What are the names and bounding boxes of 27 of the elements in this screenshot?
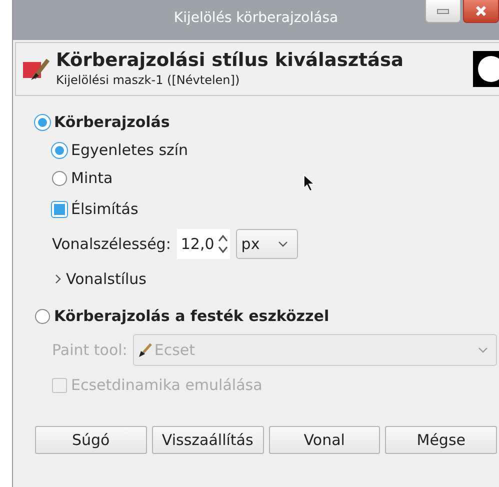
unit-dropdown[interactable]: px — [236, 229, 298, 259]
dialog-button[interactable]: Visszaállítás — [152, 426, 264, 454]
selection-preview-icon — [473, 51, 499, 87]
minimize-button[interactable] — [425, 0, 461, 23]
window-title: Kijelölés körberajzolása — [174, 9, 338, 28]
chevron-down-icon — [278, 241, 288, 247]
paint-tool-label: Paint tool: — [52, 341, 128, 359]
checkbox-option[interactable]: Élsimítás — [52, 192, 499, 226]
radio-option[interactable]: Egyenletes szín — [52, 136, 499, 164]
radio-option[interactable]: Minta — [52, 164, 499, 192]
brush-icon — [22, 56, 52, 82]
cursor-icon — [303, 174, 315, 192]
line-width-label: Vonalszélesség: — [52, 235, 171, 253]
close-icon — [475, 5, 487, 17]
brush-icon — [138, 343, 152, 357]
option-radio[interactable]: Körberajzolás a festék eszközzel — [35, 300, 499, 332]
line-width-field[interactable]: 12,0 — [176, 229, 230, 259]
spin-arrows-icon — [218, 234, 228, 254]
line-style-expander[interactable]: Vonalstílus — [52, 262, 499, 296]
dialog-subtitle: Kijelölési maszk-1 ([Névtelen]) — [56, 72, 241, 88]
chevron-down-icon — [478, 347, 488, 353]
dialog-button[interactable]: Súgó — [35, 426, 147, 454]
dialog-button[interactable]: Mégse — [385, 426, 497, 454]
option-radio[interactable]: Körberajzolás — [35, 108, 499, 136]
close-button[interactable] — [463, 0, 499, 23]
dialog-heading: Körberajzolási stílus kiválasztása — [56, 50, 404, 72]
dialog-button[interactable]: Vonal — [268, 426, 380, 454]
